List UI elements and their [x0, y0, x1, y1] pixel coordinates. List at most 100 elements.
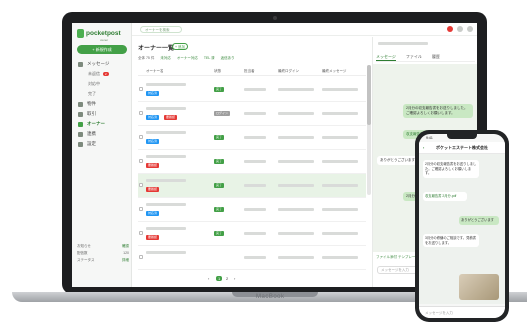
- pager-next[interactable]: ›: [234, 276, 235, 281]
- cell-placeholder: [278, 88, 314, 91]
- cell-placeholder: [322, 232, 358, 235]
- phone-chat-body: 2月分の収支報告書をお送りしました。ご確認よろしくお願いします。 収支報告書 2…: [419, 154, 505, 304]
- row-checkbox[interactable]: [139, 159, 143, 163]
- avatar[interactable]: [467, 26, 473, 32]
- cell-placeholder: [322, 160, 358, 163]
- scroll-thumb[interactable]: [367, 65, 371, 125]
- column-owner[interactable]: オーナー名: [146, 69, 164, 74]
- owner-name: [146, 107, 186, 110]
- sidebar-item-label: 対応中: [88, 81, 100, 86]
- list-scrollbar[interactable]: [367, 65, 371, 195]
- tab-messages[interactable]: メッセージ: [376, 54, 396, 61]
- sidebar-item-settings[interactable]: 設定: [72, 139, 132, 149]
- table-row[interactable]: 要確認 完了: [138, 222, 366, 246]
- cell-placeholder: [244, 88, 266, 91]
- row-checkbox[interactable]: [139, 231, 143, 235]
- footer-status-link[interactable]: 詳細: [122, 257, 129, 264]
- status-badge: 完了: [214, 87, 225, 92]
- status-badge: 完了: [214, 135, 225, 140]
- tab-files[interactable]: ファイル: [406, 54, 422, 61]
- owner-tag: 要確認: [146, 187, 160, 192]
- filter-unhandled[interactable]: 未対応: [160, 56, 171, 61]
- owner-name: [146, 179, 186, 182]
- table-row[interactable]: [138, 246, 366, 270]
- cell-placeholder: [244, 160, 266, 163]
- table-row[interactable]: 要確認 完了: [138, 174, 366, 198]
- sidebar-item-done[interactable]: 完了: [72, 89, 132, 99]
- table-row[interactable]: 対応済 完了: [138, 126, 366, 150]
- tab-history[interactable]: 履歴: [432, 54, 440, 61]
- filter-replied[interactable]: 返信あり: [221, 56, 235, 61]
- cell-placeholder: [322, 256, 358, 259]
- new-button[interactable]: + 新規作成: [77, 45, 127, 54]
- row-checkbox[interactable]: [139, 183, 143, 187]
- phone-time: 9:41: [426, 136, 433, 140]
- product-mockup: pocketpost owner + 新規作成 メッセージ 未返信 2 対応中 完…: [0, 0, 527, 329]
- table-row[interactable]: 対応済 完了: [138, 78, 366, 102]
- phone-notch: [447, 134, 477, 139]
- cell-placeholder: [244, 256, 266, 259]
- column-assignee[interactable]: 担当者: [244, 69, 255, 74]
- status-badge: ログイン: [214, 111, 231, 116]
- back-icon[interactable]: ‹: [423, 142, 424, 154]
- person-icon: [78, 121, 83, 127]
- owner-list: オーナー一覧 + 追加 全体 75 件 未対応 オーナー対応 TEL 済 返信あ…: [138, 43, 366, 287]
- column-last-login[interactable]: 最終ログイン: [278, 69, 299, 74]
- pagination: ‹ 1 2 ›: [138, 275, 366, 285]
- cell-placeholder: [244, 208, 266, 211]
- table-body: 対応済 完了 対応済 要確認 ログイン 対応済 完了 要確認 完了 要確認 完了 対応済 完了 要確認 完了: [138, 78, 366, 270]
- sidebar-item-messages[interactable]: メッセージ: [72, 59, 132, 69]
- row-checkbox[interactable]: [139, 87, 143, 91]
- column-last-message[interactable]: 最終メッセージ: [322, 69, 346, 74]
- footer-plan-label: お知らせ: [77, 244, 91, 248]
- owner-tag: 対応済: [146, 91, 160, 96]
- phone-photo[interactable]: [459, 274, 499, 300]
- cell-placeholder: [322, 88, 358, 91]
- phone-attachment[interactable]: 収支報告書 2月分.pdf: [423, 192, 467, 201]
- cell-placeholder: [278, 136, 314, 139]
- filter-tel[interactable]: TEL 済: [204, 56, 215, 61]
- cell-placeholder: [322, 208, 358, 211]
- pager-prev[interactable]: ‹: [208, 276, 209, 281]
- pager-page-1[interactable]: 1: [216, 276, 223, 281]
- help-icon[interactable]: [457, 26, 463, 32]
- search-input[interactable]: オーナーを検索: [140, 26, 182, 33]
- table-row[interactable]: 要確認 完了: [138, 150, 366, 174]
- notification-icon[interactable]: [447, 26, 453, 32]
- add-owner-button[interactable]: + 追加: [172, 43, 188, 50]
- sidebar-item-properties[interactable]: 物件: [72, 99, 132, 109]
- sidebar-item-unreplied[interactable]: 未返信 2: [72, 69, 132, 79]
- phone-screen: 9:41 ‹ ポケットエステート株式会社 2月分の収支報告書をお送りしました。ご…: [419, 134, 505, 318]
- phone-message-input[interactable]: メッセージを入力: [419, 306, 505, 318]
- sidebar-item-integrations[interactable]: 連携: [72, 129, 132, 139]
- owner-tag: 対応済: [146, 115, 160, 120]
- pager-page-2[interactable]: 2: [226, 276, 228, 281]
- owner-tag: 要確認: [164, 115, 178, 120]
- table-row[interactable]: 対応済 完了: [138, 198, 366, 222]
- chat-icon: [78, 61, 83, 67]
- row-checkbox[interactable]: [139, 255, 143, 259]
- row-checkbox[interactable]: [139, 111, 143, 115]
- page-title: オーナー一覧: [138, 46, 175, 52]
- sidebar-item-in-progress[interactable]: 対応中: [72, 79, 132, 89]
- sidebar-item-owners[interactable]: オーナー: [72, 119, 132, 129]
- cell-placeholder: [244, 112, 266, 115]
- row-checkbox[interactable]: [139, 135, 143, 139]
- owner-name: [146, 251, 186, 254]
- logo-subtext: owner: [100, 38, 109, 42]
- app-logo[interactable]: pocketpost: [77, 29, 121, 38]
- phone-header: ‹ ポケットエステート株式会社: [419, 142, 505, 154]
- table-row[interactable]: 対応済 要確認 ログイン: [138, 102, 366, 126]
- row-checkbox[interactable]: [139, 207, 143, 211]
- chat-message: 2月分の収支報告書をお送りしました。ご確認よろしくお願いします。: [403, 104, 473, 118]
- owner-tag: 要確認: [146, 235, 160, 240]
- sidebar-item-deals[interactable]: 取引: [72, 109, 132, 119]
- building-icon: [78, 101, 83, 107]
- link-icon: [78, 131, 83, 137]
- status-badge: 完了: [214, 207, 225, 212]
- filter-owner-handled[interactable]: オーナー対応: [177, 56, 198, 61]
- footer-plan-link[interactable]: 確認: [122, 243, 129, 250]
- owner-name: [146, 83, 186, 86]
- column-status[interactable]: 状態: [214, 69, 221, 74]
- cell-placeholder: [244, 232, 266, 235]
